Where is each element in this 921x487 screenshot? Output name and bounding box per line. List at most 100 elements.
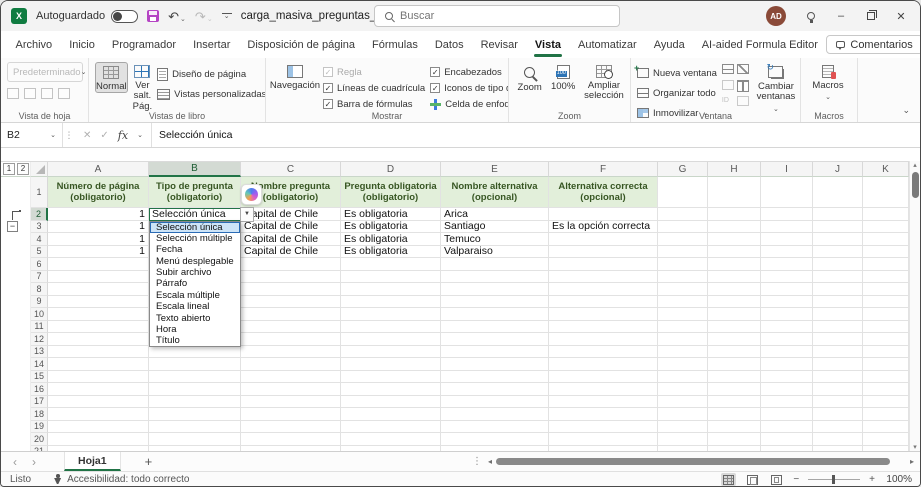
column-header-A[interactable]: A — [48, 162, 149, 177]
cell-H9[interactable] — [708, 296, 761, 309]
cell-H14[interactable] — [708, 358, 761, 371]
cell-D6[interactable] — [341, 258, 441, 271]
cell-D8[interactable] — [341, 283, 441, 296]
cell-E4[interactable]: Temuco — [441, 233, 549, 246]
cell-F14[interactable] — [549, 358, 658, 371]
cell-E11[interactable] — [441, 321, 549, 334]
cell-D12[interactable] — [341, 333, 441, 346]
status-page-break-button[interactable] — [769, 473, 784, 486]
row-header-9[interactable]: 9 — [31, 296, 48, 309]
cell-B18[interactable] — [149, 408, 241, 421]
tab-insertar[interactable]: Insertar — [185, 31, 239, 58]
cell-D5[interactable]: Es obligatoria — [341, 246, 441, 259]
cell-E14[interactable] — [441, 358, 549, 371]
scroll-right-icon[interactable]: ▸ — [910, 457, 914, 466]
column-header-I[interactable]: I — [761, 162, 813, 177]
cell-H4[interactable] — [708, 233, 761, 246]
cell-F20[interactable] — [549, 433, 658, 446]
cell-J14[interactable] — [813, 358, 863, 371]
cell-F13[interactable] — [549, 346, 658, 359]
cell-I13[interactable] — [761, 346, 813, 359]
cell-I19[interactable] — [761, 421, 813, 434]
cell-E7[interactable] — [441, 271, 549, 284]
column-header-F[interactable]: F — [549, 162, 658, 177]
cell-E9[interactable] — [441, 296, 549, 309]
cell-F7[interactable] — [549, 271, 658, 284]
cell-I1[interactable] — [761, 177, 813, 208]
cell-I8[interactable] — [761, 283, 813, 296]
column-header-C[interactable]: C — [241, 162, 341, 177]
cell-H6[interactable] — [708, 258, 761, 271]
cell-D15[interactable] — [341, 371, 441, 384]
cell-A4[interactable]: 1 — [48, 233, 149, 246]
cell-K18[interactable] — [863, 408, 909, 421]
cell-I3[interactable] — [761, 221, 813, 234]
tab-revisar[interactable]: Revisar — [472, 31, 526, 58]
column-header-H[interactable]: H — [708, 162, 761, 177]
new-sheet-view-icon[interactable] — [41, 88, 53, 99]
prev-sheet-icon[interactable]: ‹ — [13, 455, 17, 469]
cell-H19[interactable] — [708, 421, 761, 434]
cell-A18[interactable] — [48, 408, 149, 421]
cell-E12[interactable] — [441, 333, 549, 346]
cell-F11[interactable] — [549, 321, 658, 334]
checkbox-regla[interactable]: ✓Regla — [323, 64, 425, 80]
copilot-button[interactable] — [241, 184, 262, 205]
outline-level-1-button[interactable]: 1 — [3, 163, 15, 175]
vertical-scroll-thumb[interactable] — [912, 172, 919, 198]
cell-A6[interactable] — [48, 258, 149, 271]
page-break-view-button[interactable]: Ver salt. Pág. — [133, 62, 153, 112]
tab-datos[interactable]: Datos — [426, 31, 472, 58]
cell-C14[interactable] — [241, 358, 341, 371]
cell-K11[interactable] — [863, 321, 909, 334]
toggle-off-icon[interactable] — [111, 10, 138, 23]
cell-J1[interactable] — [813, 177, 863, 208]
cell-I17[interactable] — [761, 396, 813, 409]
cell-C11[interactable] — [241, 321, 341, 334]
cell-K20[interactable] — [863, 433, 909, 446]
custom-views-button[interactable]: Vistas personalizadas — [157, 85, 266, 103]
cell-G12[interactable] — [658, 333, 708, 346]
cell-A20[interactable] — [48, 433, 149, 446]
accessibility-status[interactable]: Accesibilidad: todo correcto — [67, 474, 189, 485]
dropdown-item[interactable]: Selección múltiple — [150, 233, 240, 244]
cell-A9[interactable] — [48, 296, 149, 309]
cell-F5[interactable] — [549, 246, 658, 259]
cell-C9[interactable] — [241, 296, 341, 309]
dropdown-item[interactable]: Escala múltiple — [150, 290, 240, 301]
row-header-6[interactable]: 6 — [31, 258, 48, 271]
scroll-down-icon[interactable]: ▾ — [913, 443, 917, 451]
dropdown-item[interactable]: Título — [150, 335, 240, 346]
cell-H5[interactable] — [708, 246, 761, 259]
cell-J12[interactable] — [813, 333, 863, 346]
cell-H20[interactable] — [708, 433, 761, 446]
split-icon[interactable] — [722, 64, 734, 74]
cell-K16[interactable] — [863, 383, 909, 396]
row-header-5[interactable]: 5 — [31, 246, 48, 259]
row-header-1[interactable]: 1 — [31, 177, 48, 208]
cell-C12[interactable] — [241, 333, 341, 346]
cell-A19[interactable] — [48, 421, 149, 434]
cell-A3[interactable]: 1 — [48, 221, 149, 234]
row-header-17[interactable]: 17 — [31, 396, 48, 409]
cell-F2[interactable] — [549, 208, 658, 221]
cell-I16[interactable] — [761, 383, 813, 396]
header-cell-E1[interactable]: Nombre alternativa(opcional) — [441, 177, 549, 208]
column-header-K[interactable]: K — [863, 162, 909, 177]
cell-J17[interactable] — [813, 396, 863, 409]
cell-B2[interactable]: Selección única▼ — [149, 208, 241, 221]
vertical-scrollbar[interactable]: ▴ ▾ — [909, 161, 920, 451]
cell-G20[interactable] — [658, 433, 708, 446]
cell-I9[interactable] — [761, 296, 813, 309]
cell-C19[interactable] — [241, 421, 341, 434]
cell-K13[interactable] — [863, 346, 909, 359]
zoom-out-button[interactable]: − — [793, 474, 799, 485]
view-side-by-side-icon[interactable] — [737, 80, 749, 90]
column-header-J[interactable]: J — [813, 162, 863, 177]
cell-K3[interactable] — [863, 221, 909, 234]
insert-function-icon[interactable]: fx — [118, 129, 128, 142]
tab-disposici-n-de-p-gina[interactable]: Disposición de página — [239, 31, 364, 58]
cell-G8[interactable] — [658, 283, 708, 296]
header-cell-B1[interactable]: Tipo de pregunta(obligatorio) — [149, 177, 241, 208]
tab-inicio[interactable]: Inicio — [61, 31, 104, 58]
